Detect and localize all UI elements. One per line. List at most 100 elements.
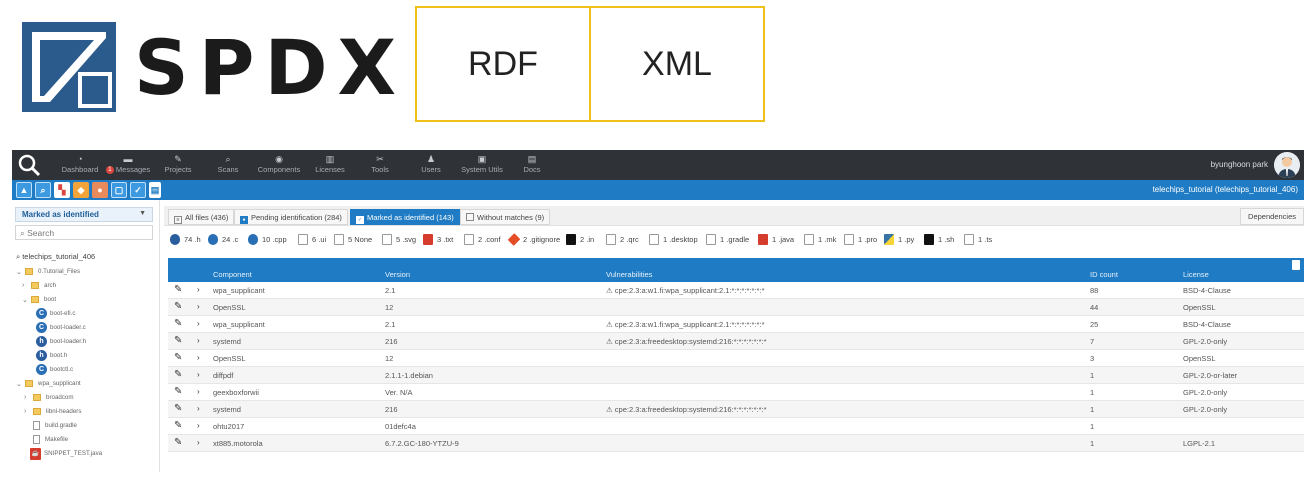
filetype-ui[interactable]: 6 .ui xyxy=(298,232,326,246)
chevron-down-icon[interactable]: ⌄ xyxy=(16,268,25,276)
header-license[interactable]: License xyxy=(1183,270,1209,279)
tree-folder-broadcom[interactable]: › broadcom xyxy=(24,391,74,404)
edit-icon[interactable]: ✎ xyxy=(174,353,185,363)
tree-file-boot-h[interactable]: h boot.h xyxy=(36,349,67,362)
filetype-txt[interactable]: 3 .txt xyxy=(423,232,453,246)
chevron-right-icon[interactable]: › xyxy=(197,302,200,311)
table-row[interactable]: ✎ › OpenSSL 12 44 OpenSSL xyxy=(168,299,1304,316)
filetype-desktop[interactable]: 1 .desktop xyxy=(649,232,698,246)
report-icon[interactable]: ▚ xyxy=(54,182,70,198)
filetype-c[interactable]: 24 .c xyxy=(208,232,238,246)
table-row[interactable]: ✎ › systemd 216 ⚠ cpe:2.3:a:freedesktop:syst… xyxy=(168,401,1304,418)
clipboard-icon[interactable] xyxy=(1292,260,1300,270)
user-avatar[interactable] xyxy=(1274,152,1300,178)
chevron-down-icon[interactable]: ⌄ xyxy=(22,296,31,304)
tree-folder-arch[interactable]: › arch xyxy=(22,279,56,292)
nav-tools[interactable]: ✂ Tools xyxy=(366,153,394,179)
table-row[interactable]: ✎ › systemd 216 ⚠ cpe:2.3:a:freedesktop:syst… xyxy=(168,333,1304,350)
nav-scans[interactable]: ⌕ Scans xyxy=(212,153,244,179)
xml-format-button[interactable]: XML xyxy=(589,6,765,122)
filetype-mk[interactable]: 1 .mk xyxy=(804,232,836,246)
nav-projects[interactable]: ✎ Projects xyxy=(162,153,194,179)
tree-file-boot-loader-h[interactable]: h boot-loader.h xyxy=(36,335,86,348)
filetype-in[interactable]: 2 .in xyxy=(566,232,594,246)
filetype-pro[interactable]: 1 .pro xyxy=(844,232,877,246)
tree-file-boot-efi-c[interactable]: Cboot-efi.c xyxy=(36,307,75,320)
tree-folder-boot[interactable]: ⌄ boot xyxy=(22,293,56,306)
filetype-py[interactable]: 1 .py xyxy=(884,232,914,246)
tree-root[interactable]: ⌕ telechips_tutorial_406 xyxy=(16,250,95,263)
clipboard-icon[interactable]: ▢ xyxy=(111,182,127,198)
rdf-format-button[interactable]: RDF xyxy=(415,6,591,122)
nav-dashboard[interactable]: ◔ Dashboard xyxy=(58,153,102,179)
tree-file-snippet-test-java[interactable]: ☕ SNIPPET_TEST.java xyxy=(30,447,102,460)
shield-check-icon[interactable]: ✓ xyxy=(130,182,146,198)
tree-file-build-gradle[interactable]: build.gradle xyxy=(33,419,77,432)
filetype-java[interactable]: 1 .java xyxy=(758,232,794,246)
filetype-gradle[interactable]: 1 .gradle xyxy=(706,232,749,246)
edit-icon[interactable]: ✎ xyxy=(174,336,185,346)
chevron-right-icon[interactable]: › xyxy=(197,370,200,379)
chevron-right-icon[interactable]: › xyxy=(197,421,200,430)
location-icon[interactable]: ● xyxy=(92,182,108,198)
chevron-right-icon[interactable]: › xyxy=(197,285,200,294)
filetype-conf[interactable]: 2 .conf xyxy=(464,232,501,246)
upload-icon[interactable]: ▲ xyxy=(16,182,32,198)
scan-search-icon[interactable]: ⌕ xyxy=(35,182,51,198)
table-row[interactable]: ✎ › OpenSSL 12 3 OpenSSL xyxy=(168,350,1304,367)
tree-folder-wpa-supplicant[interactable]: ⌄ wpa_supplicant xyxy=(16,377,81,390)
table-row[interactable]: ✎ › wpa_supplicant 2.1 ⚠ cpe:2.3:a:w1.fi:wpa… xyxy=(168,282,1304,299)
filetype-sh[interactable]: 1 .sh xyxy=(924,232,954,246)
tree-file-boot-loader-c[interactable]: Cboot-loader.c xyxy=(36,321,86,334)
header-id-count[interactable]: ID count xyxy=(1090,270,1118,279)
filetype-qrc[interactable]: 2 .qrc xyxy=(606,232,639,246)
nav-docs[interactable]: ▤ Docs xyxy=(520,153,544,179)
filetype-none[interactable]: 5 None xyxy=(334,232,372,246)
document-icon[interactable]: ▤ xyxy=(149,182,161,198)
tab-pending-identification[interactable]: ● Pending identification (284) xyxy=(234,209,348,225)
edit-icon[interactable]: ✎ xyxy=(174,387,185,397)
filetype-h[interactable]: 74 .h xyxy=(170,232,201,246)
nav-messages[interactable]: ▬ 1 Messages xyxy=(104,153,152,179)
user-name[interactable]: byunghoon park xyxy=(1211,160,1268,169)
table-row[interactable]: ✎ › wpa_supplicant 2.1 ⚠ cpe:2.3:a:w1.fi:wpa… xyxy=(168,316,1304,333)
table-row[interactable]: ✎ › geexboxforwii Ver. N/A 1 GPL-2.0-only xyxy=(168,384,1304,401)
edit-icon[interactable]: ✎ xyxy=(174,370,185,380)
cell-vulnerability[interactable]: ⚠ cpe:2.3:a:w1.fi:wpa_supplicant:2.1:*:*… xyxy=(606,286,764,295)
table-row[interactable]: ✎ › xt885.motorola 6.7.2.GC-180-YTZU-9 1 LGPL… xyxy=(168,435,1304,452)
tab-all-files[interactable]: ≡ All files (436) xyxy=(168,209,235,225)
tab-marked-as-identified[interactable]: ✓ Marked as identified (143) xyxy=(350,209,460,225)
header-component[interactable]: Component xyxy=(213,270,252,279)
chevron-right-icon[interactable]: › xyxy=(22,282,31,289)
cell-vulnerability[interactable]: ⚠ cpe:2.3:a:w1.fi:wpa_supplicant:2.1:*:*… xyxy=(606,320,764,329)
cell-vulnerability[interactable]: ⚠ cpe:2.3:a:freedesktop:systemd:216:*:*:… xyxy=(606,405,767,414)
chevron-right-icon[interactable]: › xyxy=(197,353,200,362)
chevron-right-icon[interactable]: › xyxy=(24,408,33,415)
tree-file-makefile[interactable]: Makefile xyxy=(33,433,68,446)
chevron-right-icon[interactable]: › xyxy=(197,438,200,447)
tree-folder-tutorial-files[interactable]: ⌄ 0.Tutorial_Files xyxy=(16,265,80,278)
nav-licenses[interactable]: ▥ Licenses xyxy=(312,153,348,179)
table-row[interactable]: ✎ › ohtu2017 01defc4a 1 xyxy=(168,418,1304,435)
filetype-cpp[interactable]: 10 .cpp xyxy=(248,232,287,246)
filetype-svg[interactable]: 5 .svg xyxy=(382,232,416,246)
nav-components[interactable]: ◉ Components xyxy=(256,153,302,179)
edit-icon[interactable]: ✎ xyxy=(174,421,185,431)
chevron-down-icon[interactable]: ⌄ xyxy=(16,380,25,388)
table-row[interactable]: ✎ › diffpdf 2.1.1-1.debian 1 GPL-2.0-or-later xyxy=(168,367,1304,384)
nav-system-utils[interactable]: ▣ System Utils xyxy=(458,153,506,179)
chevron-right-icon[interactable]: › xyxy=(197,387,200,396)
edit-icon[interactable]: ✎ xyxy=(174,404,185,414)
tab-without-matches[interactable]: Without matches (9) xyxy=(460,209,551,225)
chevron-right-icon[interactable]: › xyxy=(197,319,200,328)
chevron-right-icon[interactable]: › xyxy=(24,394,33,401)
edit-icon[interactable]: ✎ xyxy=(174,285,185,295)
chevron-right-icon[interactable]: › xyxy=(197,336,200,345)
edit-icon[interactable]: ✎ xyxy=(174,438,185,448)
header-version[interactable]: Version xyxy=(385,270,410,279)
cell-vulnerability[interactable]: ⚠ cpe:2.3:a:freedesktop:systemd:216:*:*:… xyxy=(606,337,767,346)
tree-file-bootctl-c[interactable]: Cbootctl.c xyxy=(36,363,73,376)
magnifier-logo-icon[interactable] xyxy=(16,152,42,178)
header-vulnerabilities[interactable]: Vulnerabilities xyxy=(606,270,652,279)
identification-filter-select[interactable]: Marked as identified ▼ xyxy=(15,207,153,222)
